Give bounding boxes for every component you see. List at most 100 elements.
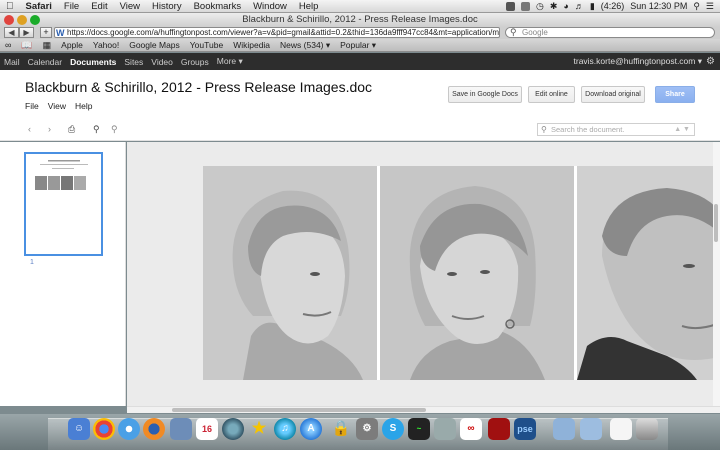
menu-view[interactable]: View [114, 1, 146, 12]
doc-search-input[interactable]: ⚲ Search the document. ▲ ▼ [537, 123, 695, 136]
portrait-photo-2 [380, 166, 574, 380]
doc-menu-file[interactable]: File [25, 101, 39, 111]
keychain-icon[interactable]: 🔒 [330, 418, 352, 440]
zoom-window-button[interactable] [30, 15, 40, 25]
app-store-icon[interactable]: A [300, 418, 322, 440]
skype-icon[interactable]: S [382, 418, 404, 440]
dropbox-tray-icon[interactable] [520, 1, 530, 11]
menu-edit[interactable]: Edit [85, 1, 113, 12]
gbar-documents[interactable]: Documents [66, 57, 120, 67]
portrait-photo-1 [203, 166, 377, 380]
portrait-photo-3 [577, 166, 720, 380]
bookmark-youtube[interactable]: YouTube [185, 40, 228, 50]
textedit-icon[interactable] [610, 418, 632, 440]
doc-toolbar: ‹ › ⎙ ⚲ ⚲ ⚲ Search the document. ▲ ▼ [0, 120, 720, 141]
acrobat-icon[interactable]: ∞ [460, 418, 482, 440]
itunes-icon[interactable]: ♫ [274, 418, 296, 440]
notification-icon[interactable]: ☰ [706, 1, 714, 12]
gbar-calendar[interactable]: Calendar [24, 57, 67, 67]
site-favicon-icon: W [56, 28, 65, 38]
menu-help[interactable]: Help [293, 1, 325, 12]
bookmark-yahoo[interactable]: Yahoo! [88, 40, 124, 50]
doc-title: Blackburn & Schirillo, 2012 - Press Rele… [25, 79, 373, 95]
spotlight-icon[interactable]: ⚲ [693, 1, 700, 12]
browser-search-field[interactable]: ⚲ Google [505, 27, 715, 38]
wifi-tray-icon[interactable]: ◕ [563, 1, 568, 11]
ical-icon[interactable]: 16 [196, 418, 218, 440]
edit-online-button[interactable]: Edit online [528, 86, 575, 103]
forward-icon[interactable]: ▶ [19, 27, 34, 38]
zoom-in-icon[interactable]: ⚲ [93, 124, 100, 135]
gbar-sites[interactable]: Sites [120, 57, 147, 67]
menu-window[interactable]: Window [247, 1, 293, 12]
battery-time: (4:26) [600, 1, 625, 11]
bookmark-popular[interactable]: Popular ▾ [335, 40, 381, 51]
doc-menu-help[interactable]: Help [75, 101, 92, 111]
document-viewer[interactable] [127, 142, 720, 406]
prev-page-icon[interactable]: ‹ [28, 124, 31, 134]
bookmark-google-maps[interactable]: Google Maps [124, 40, 185, 50]
safari-icon[interactable] [118, 418, 140, 440]
preview-icon[interactable] [170, 418, 192, 440]
back-icon[interactable]: ◀ [4, 27, 19, 38]
acrobat-pro-icon[interactable] [488, 418, 510, 440]
doc-search-icon: ⚲ [541, 125, 547, 134]
aim-icon[interactable]: ★ [248, 418, 270, 440]
close-window-button[interactable] [4, 15, 14, 25]
page-thumbnail[interactable] [24, 152, 103, 256]
clock[interactable]: Sun 12:30 PM [630, 1, 687, 11]
bookmarks-icon[interactable]: 📖 [16, 40, 37, 51]
next-page-icon[interactable]: › [48, 124, 51, 134]
applications-folder-icon[interactable] [553, 418, 575, 440]
horizontal-scrollbar[interactable] [127, 406, 720, 413]
window-title: Blackburn & Schirillo, 2012 - Press Rele… [242, 14, 478, 25]
search-nav-arrows-icon[interactable]: ▲ ▼ [674, 124, 690, 135]
system-preferences-icon[interactable]: ⚙ [356, 418, 378, 440]
browser-toolbar: ◀ ▶ + W https://docs.google.com/a/huffin… [0, 27, 720, 39]
minimize-window-button[interactable] [17, 15, 27, 25]
gbar-video[interactable]: Video [147, 57, 177, 67]
firefox-icon[interactable] [143, 418, 165, 440]
chrome-icon[interactable] [93, 418, 115, 440]
activity-monitor-icon[interactable]: ~ [408, 418, 430, 440]
bookmark-apple[interactable]: Apple [56, 40, 88, 50]
gbar-groups[interactable]: Groups [177, 57, 213, 67]
save-in-google-docs-button[interactable]: Save in Google Docs [448, 86, 522, 103]
apple-icon[interactable]:  [0, 1, 20, 12]
gbar-mail[interactable]: Mail [0, 57, 24, 67]
mac-menubar:  Safari File Edit View History Bookmark… [0, 0, 720, 13]
vertical-scrollbar[interactable] [713, 142, 720, 406]
downloads-folder-icon[interactable] [580, 418, 602, 440]
skype-tray-icon[interactable] [505, 1, 515, 11]
add-bookmark-icon[interactable]: + [40, 27, 52, 38]
top-sites-icon[interactable]: ▦ [38, 40, 57, 51]
zoom-out-icon[interactable]: ⚲ [111, 124, 118, 135]
gbar-more[interactable]: More ▾ [213, 56, 247, 67]
bookmark-news[interactable]: News (534) ▾ [275, 40, 335, 51]
photo-viewer-icon[interactable] [434, 418, 456, 440]
download-original-button[interactable]: Download original [581, 86, 645, 103]
doc-menu-view[interactable]: View [48, 101, 66, 111]
menu-safari[interactable]: Safari [20, 1, 58, 12]
horizontal-scroll-thumb[interactable] [172, 408, 426, 412]
menu-bookmarks[interactable]: Bookmarks [188, 1, 248, 12]
battery-tray-icon[interactable]: ▮ [590, 1, 595, 12]
time-machine-icon[interactable] [222, 418, 244, 440]
gear-icon[interactable]: ⚙ [706, 56, 715, 67]
url-field[interactable]: W https://docs.google.com/a/huffingtonpo… [54, 27, 500, 38]
url-text: https://docs.google.com/a/huffingtonpost… [67, 28, 500, 37]
volume-tray-icon[interactable]: ♬ [575, 1, 584, 11]
account-menu[interactable]: travis.korte@huffingtonpost.com ▾ [570, 56, 720, 67]
trash-icon[interactable] [636, 418, 658, 440]
menu-history[interactable]: History [146, 1, 188, 12]
vertical-scroll-thumb[interactable] [714, 204, 718, 242]
share-button[interactable]: Share [655, 86, 695, 103]
bluetooth-tray-icon[interactable]: ✱ [550, 1, 558, 12]
print-icon[interactable]: ⎙ [68, 124, 75, 135]
reading-list-icon[interactable]: ∞ [0, 40, 16, 50]
menu-file[interactable]: File [58, 1, 85, 12]
photoshop-icon[interactable]: pse [514, 418, 536, 440]
bookmark-wikipedia[interactable]: Wikipedia [228, 40, 275, 50]
time-machine-tray-icon[interactable]: ◷ [536, 1, 544, 12]
finder-icon[interactable]: ☺ [68, 418, 90, 440]
